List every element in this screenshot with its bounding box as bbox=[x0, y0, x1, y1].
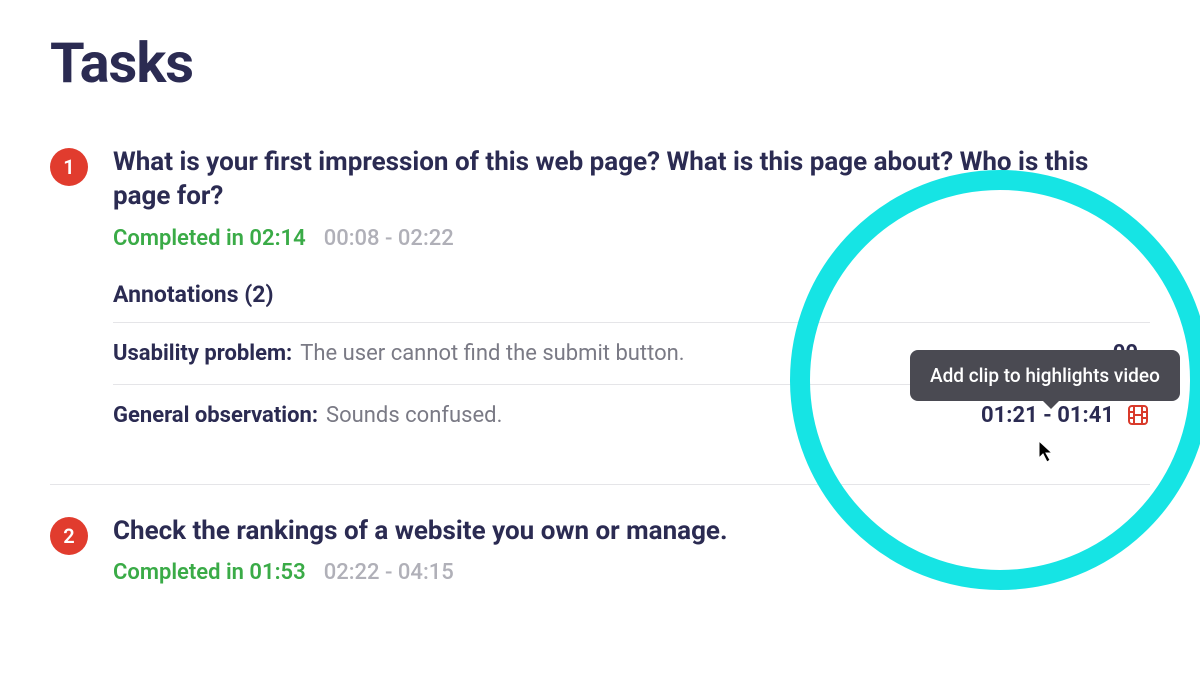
task-number-badge: 2 bbox=[50, 517, 88, 555]
task-row: 2 Check the rankings of a website you ow… bbox=[50, 515, 1150, 636]
task-number-badge: 1 bbox=[50, 148, 88, 186]
add-clip-button[interactable] bbox=[1126, 403, 1150, 427]
task-row: 1 What is your first impression of this … bbox=[50, 146, 1150, 485]
task-question: What is your first impression of this we… bbox=[113, 146, 1150, 214]
task-meta: Completed in 01:53 02:22 - 04:15 bbox=[113, 560, 1150, 585]
task-body: Check the rankings of a website you own … bbox=[113, 515, 1150, 616]
task-time-range: 00:08 - 02:22 bbox=[324, 226, 454, 251]
completed-label: Completed in 01:53 bbox=[113, 560, 306, 585]
task-time-range: 02:22 - 04:15 bbox=[324, 560, 454, 585]
task-meta: Completed in 02:14 00:08 - 02:22 bbox=[113, 226, 1150, 251]
tasks-container: Tasks 1 What is your first impression of… bbox=[0, 0, 1200, 685]
annotation-label: General observation: bbox=[113, 403, 318, 428]
annotations-header: Annotations (2) bbox=[113, 281, 1150, 323]
add-clip-tooltip: Add clip to highlights video bbox=[910, 350, 1180, 401]
completed-label: Completed in 02:14 bbox=[113, 226, 306, 251]
task-question: Check the rankings of a website you own … bbox=[113, 515, 1150, 549]
page-title: Tasks bbox=[50, 30, 1150, 96]
film-icon bbox=[1126, 403, 1150, 427]
annotation-label: Usability problem: bbox=[113, 341, 292, 366]
annotation-text: Sounds confused. bbox=[326, 403, 981, 428]
